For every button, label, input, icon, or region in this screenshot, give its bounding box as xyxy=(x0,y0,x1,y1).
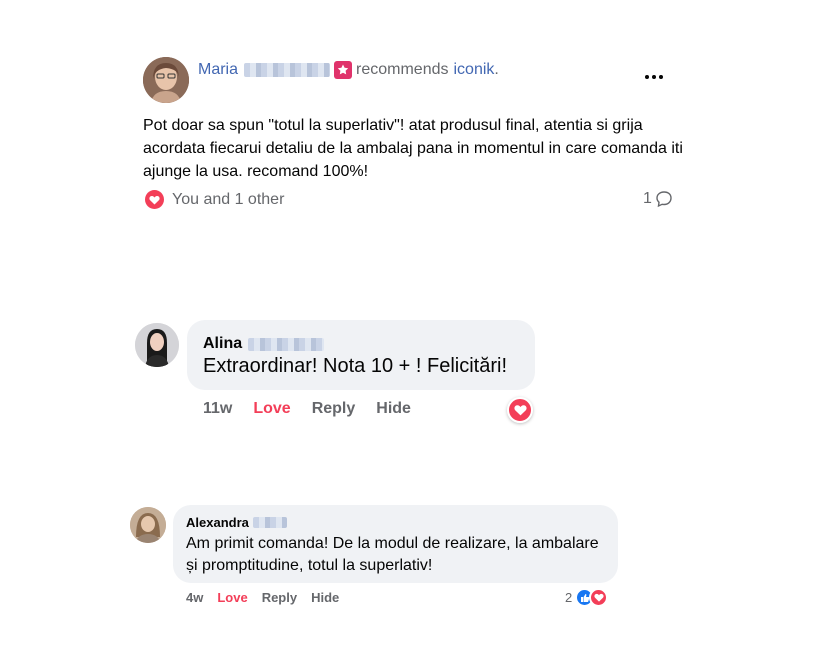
redacted-surname xyxy=(244,63,331,77)
post-reactions[interactable]: You and 1 other xyxy=(145,190,284,209)
comment-timestamp[interactable]: 4w xyxy=(186,590,203,605)
avatar-photo xyxy=(130,507,166,543)
love-reaction-icon xyxy=(145,190,164,209)
post-author-name[interactable]: Maria xyxy=(198,61,238,79)
redacted-surname xyxy=(248,337,325,351)
avatar-photo xyxy=(135,323,179,367)
love-reaction-icon[interactable] xyxy=(507,397,533,423)
comment-author: Alexandra xyxy=(186,515,287,530)
love-reaction-icon xyxy=(589,588,609,607)
redacted-surname xyxy=(252,517,287,528)
comment-author-name[interactable]: Alexandra xyxy=(186,515,249,530)
hide-button[interactable]: Hide xyxy=(311,590,339,605)
reply-button[interactable]: Reply xyxy=(262,590,297,605)
more-options-icon[interactable] xyxy=(645,70,665,84)
page-suffix: . xyxy=(494,61,499,78)
post-body: Pot doar sa spun "totul la superlativ"! … xyxy=(143,117,683,180)
comment-author-avatar[interactable] xyxy=(135,323,179,367)
post-author-avatar[interactable] xyxy=(143,57,189,103)
reaction-count: 2 xyxy=(565,590,573,605)
comment-author-avatar[interactable] xyxy=(130,507,166,543)
comment-actions: 11w Love Reply Hide xyxy=(203,400,411,418)
comment-actions: 4w Love Reply Hide xyxy=(186,590,339,605)
comment-count: 1 xyxy=(643,190,652,207)
reactions-summary: You and 1 other xyxy=(172,190,285,208)
page-link[interactable]: iconik xyxy=(454,61,495,79)
recommend-star-icon xyxy=(334,61,353,79)
avatar-photo xyxy=(143,57,189,103)
love-button[interactable]: Love xyxy=(217,590,247,605)
comment-text: Extraordinar! Nota 10 + ! Felicitări! xyxy=(203,355,508,377)
reply-button[interactable]: Reply xyxy=(312,400,356,418)
recommends-label: recommends xyxy=(356,61,449,78)
comment-text: Am primit comanda! De la modul de realiz… xyxy=(186,535,599,574)
comment-reactions[interactable]: 2 xyxy=(565,588,609,607)
comment-author-name[interactable]: Alina xyxy=(203,335,242,353)
comment-author: Alina xyxy=(203,335,325,353)
love-button[interactable]: Love xyxy=(253,400,290,418)
comment-timestamp[interactable]: 11w xyxy=(203,400,232,418)
hide-button[interactable]: Hide xyxy=(376,400,411,418)
post-comment-count[interactable]: 1 xyxy=(643,190,673,208)
post-header: Maria recommends iconik. xyxy=(198,60,499,80)
comment-bubble-icon xyxy=(656,191,672,208)
